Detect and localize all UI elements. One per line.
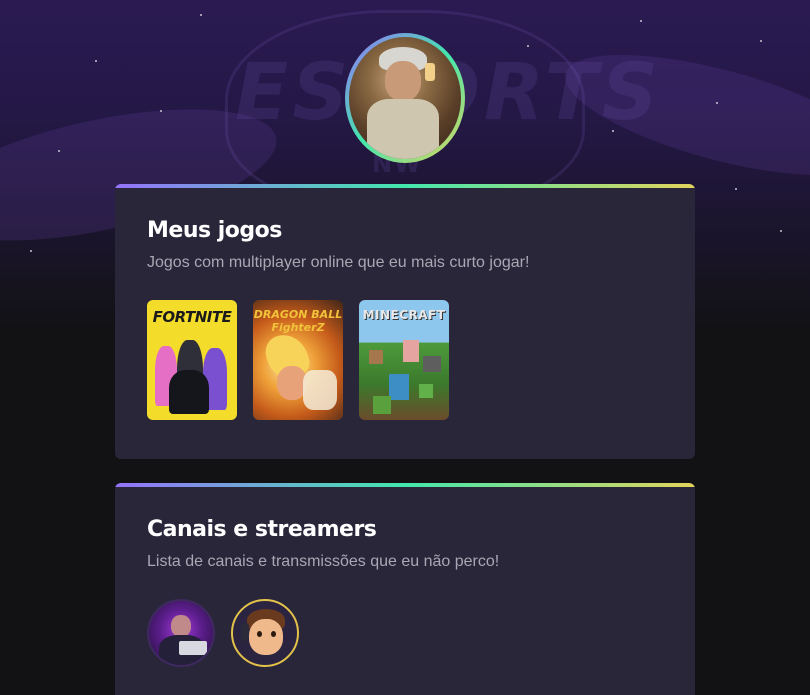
games-card: Meus jogos Jogos com multiplayer online …	[115, 184, 695, 459]
streamers-card: Canais e streamers Lista de canais e tra…	[115, 483, 695, 695]
games-title: Meus jogos	[147, 218, 282, 243]
star	[612, 130, 614, 132]
star	[780, 230, 782, 232]
streamers-list	[147, 599, 299, 667]
star	[160, 110, 162, 112]
star	[716, 102, 718, 104]
streamer-avatar-2[interactable]	[231, 599, 299, 667]
streamers-title: Canais e streamers	[147, 517, 377, 542]
game-title-dragon-ball: DRAGON BALL FighterZ	[253, 308, 343, 334]
streamers-description: Lista de canais e transmissões que eu nã…	[147, 553, 500, 570]
star	[640, 20, 642, 22]
game-cover-fortnite[interactable]: FORTNITE	[147, 300, 237, 420]
star	[95, 60, 97, 62]
game-cover-minecraft[interactable]: MINECRAFT	[359, 300, 449, 420]
star	[30, 250, 32, 252]
streamer-avatar-1[interactable]	[147, 599, 215, 667]
star	[200, 14, 202, 16]
star	[58, 150, 60, 152]
star	[527, 45, 529, 47]
profile-avatar[interactable]	[345, 33, 465, 163]
game-title-fortnite: FORTNITE	[152, 308, 232, 326]
profile-photo-icon	[349, 37, 461, 159]
game-cover-dragon-ball[interactable]: DRAGON BALL FighterZ	[253, 300, 343, 420]
games-list: FORTNITE DRAGON BALL FighterZ MINECRAFT	[147, 300, 449, 420]
games-description: Jogos com multiplayer online que eu mais…	[147, 254, 530, 271]
star	[735, 188, 737, 190]
star	[760, 40, 762, 42]
game-title-minecraft: MINECRAFT	[362, 308, 446, 322]
